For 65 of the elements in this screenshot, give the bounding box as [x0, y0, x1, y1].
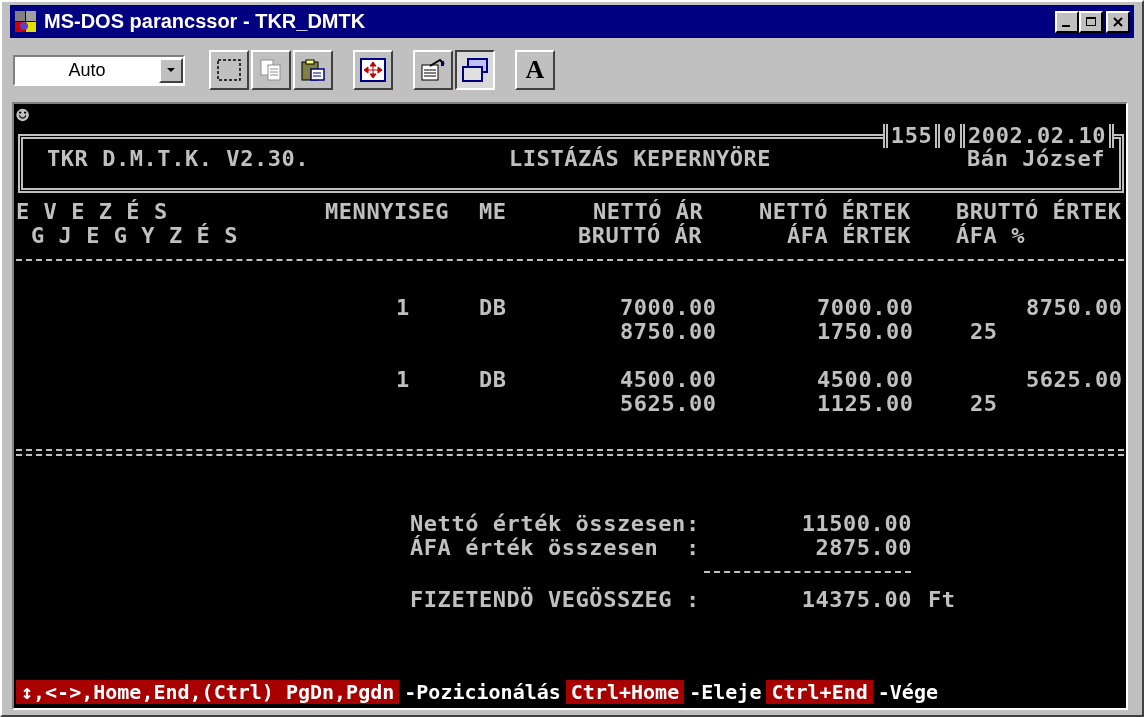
program-name: TKR D.M.T.K. V2.30. — [47, 147, 310, 171]
column-heading: E V E Z É S — [16, 200, 168, 224]
net-value-cell: 4500.00 — [817, 368, 914, 392]
window-title: MS-DOS parancssor - TKR_DMTK — [44, 10, 367, 33]
mark-button[interactable] — [209, 50, 249, 90]
vat-value-cell: 1125.00 — [817, 392, 914, 416]
currency-label: Ft — [928, 588, 956, 612]
column-heading: ME — [479, 200, 507, 224]
key-hint: ↕,<->,Home,End,(Ctrl) PgDn,Pgdn — [16, 680, 400, 704]
gross-value-cell: 8750.00 — [1026, 296, 1123, 320]
properties-button[interactable] — [413, 50, 453, 90]
unit-cell: DB — [479, 368, 507, 392]
key-hint: Ctrl+Home — [565, 680, 685, 704]
column-heading: ÁFA ÉRTEK — [787, 224, 912, 248]
grand-total-value: 14375.00 — [801, 588, 912, 612]
full-screen-button[interactable] — [353, 50, 393, 90]
maximize-button[interactable] — [1079, 10, 1103, 33]
minimize-button[interactable] — [1055, 10, 1079, 33]
total-label: ÁFA érték összesen : — [410, 536, 700, 560]
close-icon — [1112, 16, 1124, 27]
app-icon — [14, 9, 38, 34]
paste-icon — [300, 58, 326, 82]
column-heading: BRUTTÓ ÉRTEK — [956, 200, 1122, 224]
column-heading: MENNYISEG — [325, 200, 450, 224]
vat-percent-cell: 25 — [970, 392, 998, 416]
status-field: 2002.02.10 — [960, 124, 1114, 148]
user-name: Bán József — [967, 147, 1105, 171]
quantity-cell: 1 — [396, 296, 410, 320]
vat-percent-cell: 25 — [970, 320, 998, 344]
quantity-cell: 1 — [396, 368, 410, 392]
arrows-icon — [360, 58, 386, 82]
total-value: 2875.00 — [815, 536, 912, 560]
font-button[interactable]: A — [515, 50, 555, 90]
background-button[interactable] — [455, 50, 495, 90]
gross-value-cell: 5625.00 — [1026, 368, 1123, 392]
vat-value-cell: 1750.00 — [817, 320, 914, 344]
close-button[interactable] — [1106, 10, 1130, 33]
column-heading: NETTÓ ÉRTEK — [759, 200, 911, 224]
grand-total-label: FIZETENDÖ VEGÖSSZEG : — [410, 588, 700, 612]
copy-button[interactable] — [251, 50, 291, 90]
net-value-cell: 7000.00 — [817, 296, 914, 320]
maximize-icon — [1085, 16, 1097, 27]
column-heading: NETTÓ ÁR — [593, 200, 704, 224]
total-value: 11500.00 — [801, 512, 912, 536]
column-heading: BRUTTÓ ÁR — [578, 224, 703, 248]
copy-icon — [258, 58, 284, 82]
status-indicator: ☻ — [16, 104, 30, 128]
screen-title: LISTÁZÁS KEPERNYÖRE — [509, 147, 772, 171]
net-price-cell: 7000.00 — [620, 296, 717, 320]
paste-button[interactable] — [293, 50, 333, 90]
windows-icon — [462, 58, 488, 82]
gross-price-cell: 5625.00 — [620, 392, 717, 416]
key-hint: Ctrl+End — [766, 680, 873, 704]
dashed-rectangle-icon — [216, 58, 242, 82]
status-field: 155 — [882, 124, 936, 148]
net-price-cell: 4500.00 — [620, 368, 717, 392]
gross-price-cell: 8750.00 — [620, 320, 717, 344]
status-field: 0 — [935, 124, 961, 148]
unit-cell: DB — [479, 296, 507, 320]
column-heading: ÁFA % — [956, 224, 1025, 248]
column-heading: G J E G Y Z É S — [31, 224, 238, 248]
minimize-icon — [1061, 24, 1070, 27]
properties-icon — [420, 58, 446, 82]
font-size-dropdown[interactable]: Auto — [13, 54, 185, 86]
total-label: Nettó érték összesen: — [410, 512, 700, 536]
